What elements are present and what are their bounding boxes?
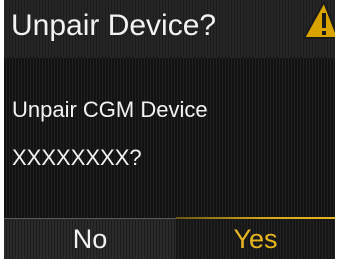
device-id: XXXXXXXX?	[12, 145, 142, 170]
dialog-footer: No Yes	[4, 217, 335, 259]
no-button[interactable]: No	[4, 219, 176, 259]
yes-button[interactable]: Yes	[176, 219, 335, 259]
dialog-title: Unpair Device?	[11, 9, 217, 42]
dialog-header: Unpair Device?	[4, 0, 335, 58]
warning-triangle-icon	[302, 0, 335, 44]
unpair-device-dialog: Unpair Device? Unpair CGM Device XXXXXXX…	[4, 0, 335, 259]
dialog-message-line1: Unpair CGM Device	[12, 97, 208, 122]
